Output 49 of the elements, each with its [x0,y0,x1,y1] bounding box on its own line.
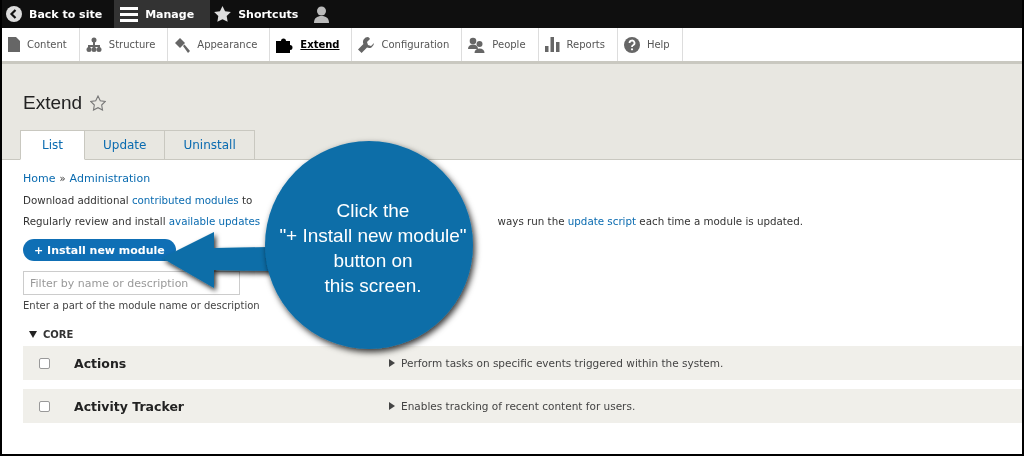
tray-item[interactable]: People [462,28,539,61]
help-icon [623,36,640,53]
puzzle-icon [276,36,294,53]
bar-chart-icon [544,37,560,52]
star-icon [214,6,232,22]
toolbar-item[interactable]: Back to site [2,0,115,28]
tray-item[interactable]: Extend [270,28,353,61]
page-title: Extend [23,92,83,114]
tray-item[interactable]: Structure [79,28,169,61]
module-description: Enables tracking of recent content for users. [401,400,636,412]
tab[interactable]: Uninstall [165,130,255,160]
callout-text: Click the "+ Install new module" button on this screen. [278,199,468,298]
tray-item[interactable]: Reports [538,28,618,61]
tray-item[interactable]: Help [617,28,683,61]
field-description: Enter a part of the module name or description [23,300,261,311]
hierarchy-icon [85,37,102,52]
checkbox[interactable] [39,357,50,369]
wrench-icon [358,36,375,53]
group-toggle[interactable]: CORE [29,329,74,340]
user-icon [314,5,330,23]
tab[interactable]: List [20,130,85,160]
menu-icon [120,6,139,22]
install-module-button[interactable]: + Install new module [23,239,176,261]
breadcrumb-link[interactable]: Administration [69,172,151,185]
notice-text: ways run the update script each time a module is updated. [497,215,803,227]
toolbar-item[interactable]: Manage [114,0,211,28]
toolbar-item[interactable]: Shortcuts [210,0,311,28]
text-link[interactable]: contributed modules [131,194,239,206]
tab[interactable]: Update [85,130,166,160]
file-icon [8,37,20,52]
module-description: Perform tasks on specific events triggered within the system. [401,357,724,369]
module-name: Actions [74,355,128,371]
tray-item[interactable]: Appearance [168,28,271,61]
text-link[interactable]: available updates [168,215,261,227]
expand-icon[interactable] [389,402,395,410]
notice-text: Regularly review and install available updates [23,215,261,227]
tray-item[interactable]: Content [2,28,80,61]
intro-text: Download additional contributed modules to [23,194,254,206]
tray-item[interactable]: Configuration [352,28,463,61]
back-icon [6,6,22,22]
module-name: Activity Tracker [74,398,186,414]
breadcrumb-link[interactable]: Home [23,172,56,185]
breadcrumb-separator: » [59,173,66,184]
filter-field[interactable]: Filter by name or description [23,271,240,295]
star-icon[interactable] [90,95,107,111]
people-icon [468,36,486,53]
checkbox[interactable] [39,400,50,412]
text-link[interactable]: update script [567,215,637,227]
expand-icon[interactable] [389,359,395,367]
